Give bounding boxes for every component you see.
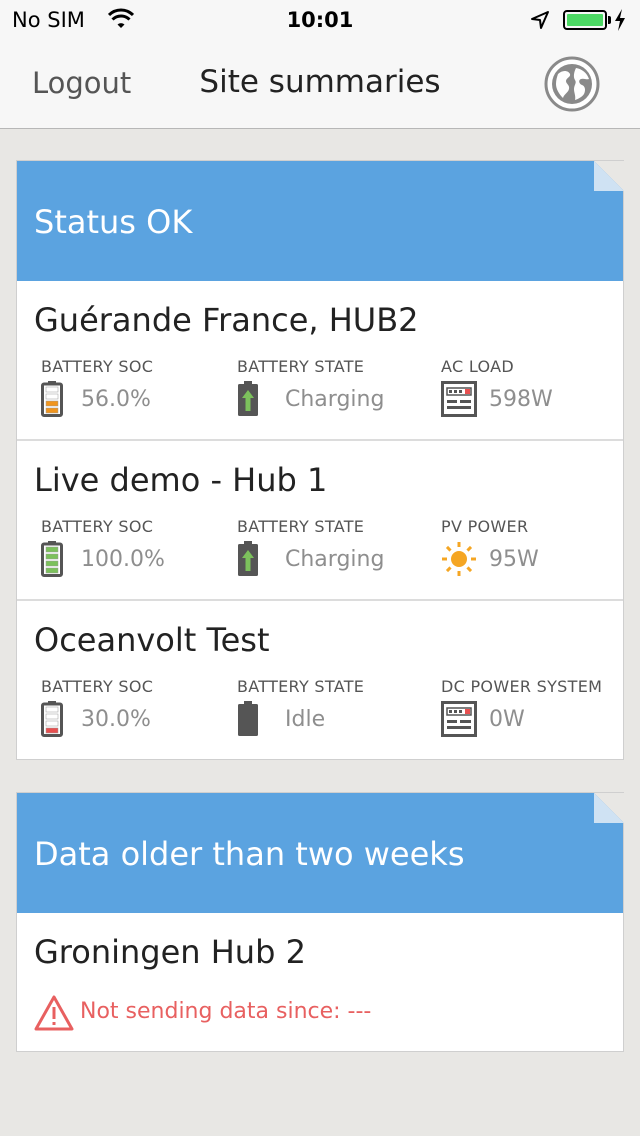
site-row[interactable]: Live demo - Hub 1 BATTERY SOC 100.0% BATTE… xyxy=(17,441,623,601)
metric-value: 598W xyxy=(489,387,553,412)
charging-bolt-icon xyxy=(614,9,626,35)
battery-soc-icon xyxy=(41,541,63,581)
metric-label: BATTERY STATE xyxy=(237,357,365,376)
metric-battery-soc: BATTERY SOC 30.0% xyxy=(41,677,154,737)
metric-value: 95W xyxy=(489,547,539,572)
stale-data-group: Data older than two weeks Groningen Hub … xyxy=(16,792,624,1052)
metric-label: BATTERY STATE xyxy=(237,517,365,536)
battery-charging-icon xyxy=(237,541,259,581)
metric-value: Charging xyxy=(285,547,385,572)
battery-idle-icon xyxy=(237,701,259,741)
metric-label: PV POWER xyxy=(441,517,529,536)
metric-value: 0W xyxy=(489,707,525,732)
metric-battery-state: BATTERY STATE Charging xyxy=(237,357,384,416)
battery-soc-icon xyxy=(41,381,63,421)
sun-icon xyxy=(441,541,477,581)
metric-label: DC POWER SYSTEM xyxy=(441,677,603,696)
group-title: Data older than two weeks xyxy=(34,835,465,873)
site-name: Guérande France, HUB2 xyxy=(34,301,419,339)
site-name: Oceanvolt Test xyxy=(34,621,270,659)
metric-battery-soc: BATTERY SOC 56.0% xyxy=(41,357,154,417)
warning-icon xyxy=(34,995,74,1035)
navigation-bar: Logout Site summaries xyxy=(0,40,640,129)
metric-battery-state: BATTERY STATE Charging xyxy=(237,517,384,576)
metric-value: 56.0% xyxy=(81,387,151,412)
page-fold-icon xyxy=(594,793,624,823)
meter-icon xyxy=(441,381,477,421)
status-ok-group: Status OK Guérande France, HUB2 BATTERY … xyxy=(16,160,624,760)
location-arrow-icon xyxy=(530,10,550,34)
metric-label: BATTERY SOC xyxy=(41,517,154,536)
warning-text: Not sending data since: --- xyxy=(80,999,372,1024)
metric-battery-soc: BATTERY SOC 100.0% xyxy=(41,517,165,577)
battery-status-icon xyxy=(563,10,607,30)
group-header: Status OK xyxy=(17,161,624,281)
metric-dc-power-system: DC POWER SYSTEM 0W xyxy=(441,677,603,737)
metric-value: Charging xyxy=(285,387,385,412)
battery-charging-icon xyxy=(237,381,259,421)
metric-label: BATTERY SOC xyxy=(41,677,154,696)
metric-label: BATTERY STATE xyxy=(237,677,365,696)
meter-icon xyxy=(441,701,477,741)
metric-value: 30.0% xyxy=(81,707,151,732)
site-row[interactable]: Guérande France, HUB2 BATTERY SOC 56.0% BA… xyxy=(17,281,623,441)
site-name: Groningen Hub 2 xyxy=(34,933,306,971)
site-name: Live demo - Hub 1 xyxy=(34,461,328,499)
site-row[interactable]: Groningen Hub 2 Not sending data since: … xyxy=(17,913,623,1051)
metric-battery-state: BATTERY STATE Idle xyxy=(237,677,365,736)
page-fold-icon xyxy=(594,161,624,191)
metric-value: Idle xyxy=(285,707,326,732)
status-bar: No SIM 10:01 xyxy=(0,0,640,40)
group-header: Data older than two weeks xyxy=(17,793,624,913)
group-title: Status OK xyxy=(34,203,193,241)
metric-value: 100.0% xyxy=(81,547,165,572)
globe-icon[interactable] xyxy=(544,56,600,112)
metric-label: BATTERY SOC xyxy=(41,357,154,376)
metric-ac-load: AC LOAD 598W xyxy=(441,357,553,417)
metric-label: AC LOAD xyxy=(441,357,514,376)
site-row[interactable]: Oceanvolt Test BATTERY SOC 30.0% BATTERY S… xyxy=(17,601,623,761)
metric-pv-power: PV POWER 95W xyxy=(441,517,539,576)
battery-soc-icon xyxy=(41,701,63,741)
